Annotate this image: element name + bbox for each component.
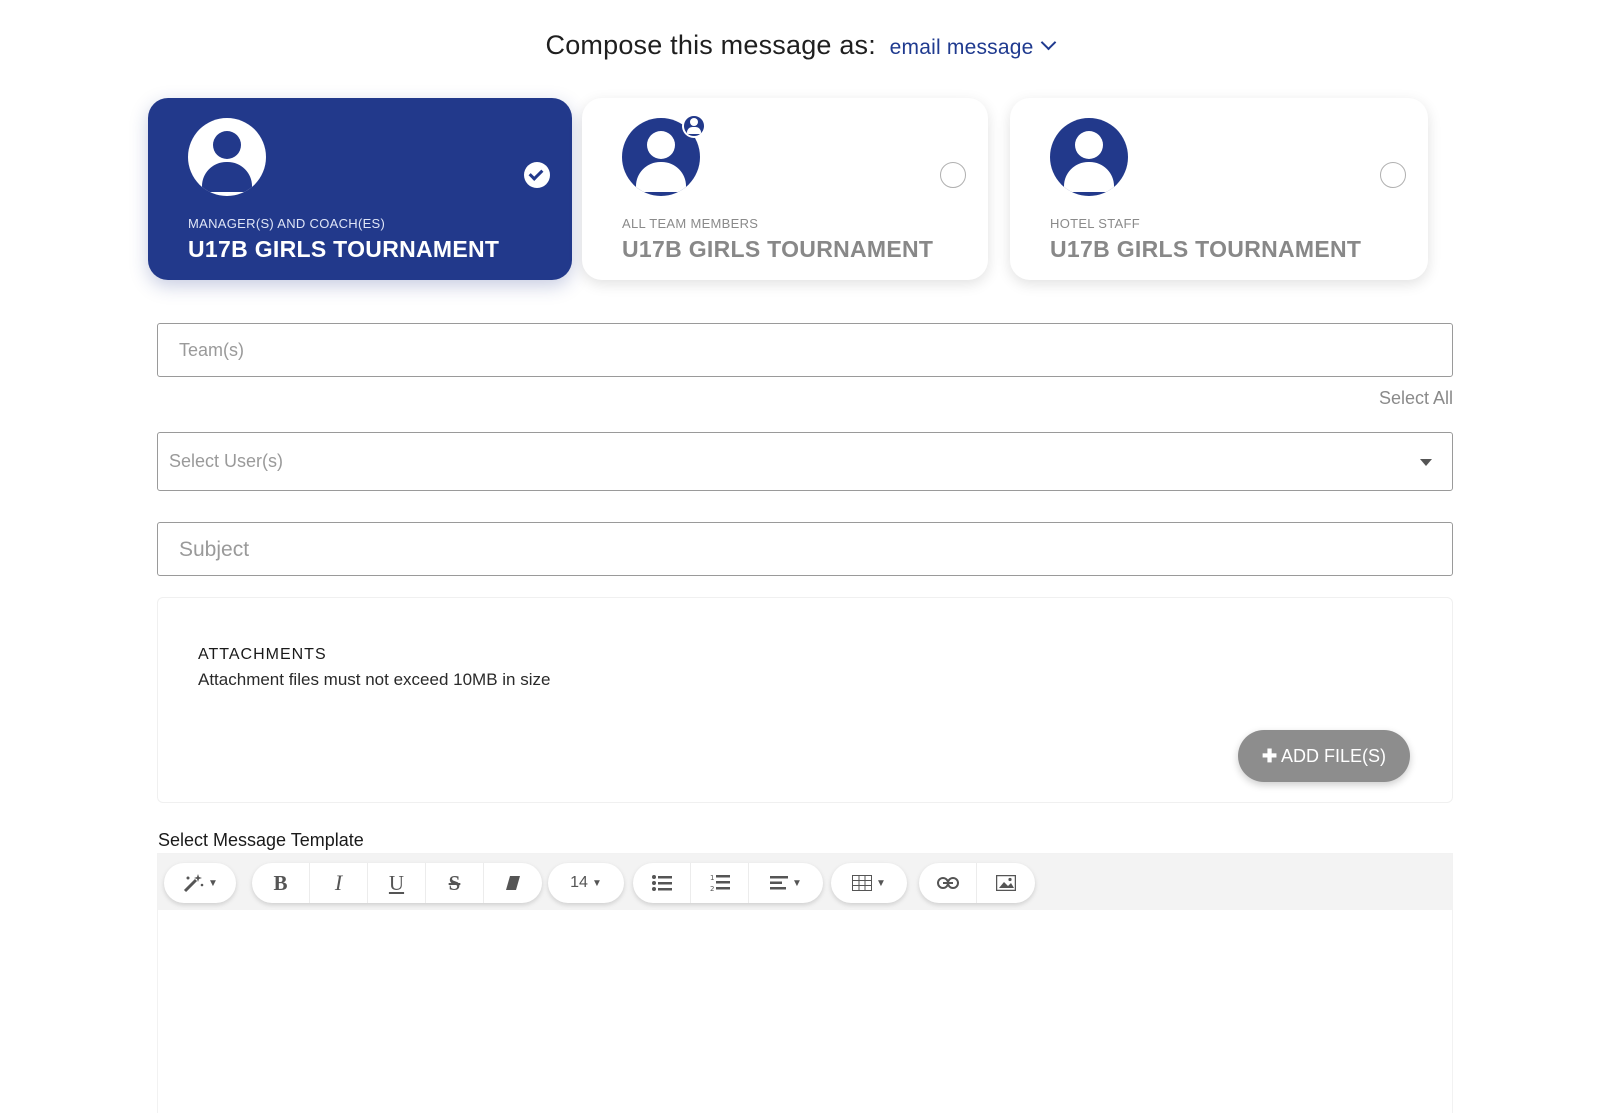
format-group: B I U S <box>252 863 542 903</box>
card-title: U17B GIRLS TOURNAMENT <box>1050 236 1362 262</box>
caret-down-icon <box>1420 459 1432 466</box>
svg-text:1: 1 <box>710 874 714 882</box>
magic-wand-icon[interactable]: ▼ <box>164 863 236 903</box>
attachments-note: Attachment files must not exceed 10MB in… <box>198 670 551 689</box>
insert-group <box>919 863 1035 903</box>
recipient-cards: MANAGER(S) AND COACH(ES) U17B GIRLS TOUR… <box>148 98 1460 282</box>
compose-header: Compose this message as: email message <box>0 30 1600 61</box>
plus-icon: ✚ <box>1261 745 1278 766</box>
font-size-dropdown[interactable]: 14 ▼ <box>548 863 624 903</box>
radio-button[interactable] <box>1380 162 1406 188</box>
teams-placeholder: Team(s) <box>179 340 245 360</box>
link-icon[interactable] <box>919 863 977 903</box>
svg-text:2: 2 <box>710 885 714 892</box>
card-all-team-members[interactable]: ALL TEAM MEMBERS U17B GIRLS TOURNAMENT <box>582 98 988 280</box>
style-group: ▼ <box>164 863 236 903</box>
radio-button[interactable] <box>940 162 966 188</box>
numbered-list-icon[interactable]: 12 <box>691 863 749 903</box>
message-template-label[interactable]: Select Message Template <box>158 830 364 851</box>
image-icon[interactable] <box>977 863 1035 903</box>
card-managers-coaches[interactable]: MANAGER(S) AND COACH(ES) U17B GIRLS TOUR… <box>148 98 572 280</box>
select-all-link[interactable]: Select All <box>1379 388 1453 409</box>
user-avatar-icon <box>188 118 266 196</box>
table-icon[interactable]: ▼ <box>831 863 907 903</box>
font-size-value: 14 <box>570 874 588 891</box>
check-icon[interactable] <box>524 162 550 188</box>
compose-mode-dropdown[interactable]: email message <box>889 34 1057 59</box>
message-editor[interactable]: ▼ B I U S 14 ▼ 12 ▼ ▼ <box>157 853 1453 1113</box>
card-subtitle: ALL TEAM MEMBERS <box>622 216 759 231</box>
attachments-title: ATTACHMENTS <box>198 646 327 663</box>
eraser-icon[interactable] <box>484 863 542 903</box>
subject-placeholder: Subject <box>179 538 250 561</box>
card-hotel-staff[interactable]: HOTEL STAFF U17B GIRLS TOURNAMENT <box>1010 98 1428 280</box>
bullet-list-icon[interactable] <box>633 863 691 903</box>
user-badge-icon <box>682 114 706 138</box>
chevron-down-icon <box>1041 34 1057 51</box>
add-files-button[interactable]: ✚ ADD FILE(S) <box>1238 730 1410 782</box>
italic-button[interactable]: I <box>310 863 368 903</box>
editor-toolbar: ▼ B I U S 14 ▼ 12 ▼ ▼ <box>158 854 1452 910</box>
compose-label: Compose this message as: <box>545 30 876 60</box>
card-subtitle: HOTEL STAFF <box>1050 216 1140 231</box>
font-size-group: 14 ▼ <box>548 863 624 903</box>
teams-input[interactable]: Team(s) <box>157 323 1453 377</box>
list-group: 12 ▼ <box>633 863 823 903</box>
card-title: U17B GIRLS TOURNAMENT <box>622 236 934 262</box>
add-files-label: ADD FILE(S) <box>1281 745 1387 766</box>
compose-mode-value: email message <box>889 36 1034 59</box>
bold-button[interactable]: B <box>252 863 310 903</box>
subject-input[interactable]: Subject <box>157 522 1453 576</box>
user-avatar-icon <box>1050 118 1128 196</box>
card-subtitle: MANAGER(S) AND COACH(ES) <box>188 216 386 231</box>
align-icon[interactable]: ▼ <box>749 863 823 903</box>
attachments-panel: ATTACHMENTS Attachment files must not ex… <box>157 597 1453 803</box>
users-placeholder: Select User(s) <box>169 451 284 471</box>
users-select[interactable]: Select User(s) <box>157 432 1453 491</box>
card-title: U17B GIRLS TOURNAMENT <box>188 236 500 262</box>
table-group: ▼ <box>831 863 907 903</box>
strikethrough-button[interactable]: S <box>426 863 484 903</box>
underline-button[interactable]: U <box>368 863 426 903</box>
